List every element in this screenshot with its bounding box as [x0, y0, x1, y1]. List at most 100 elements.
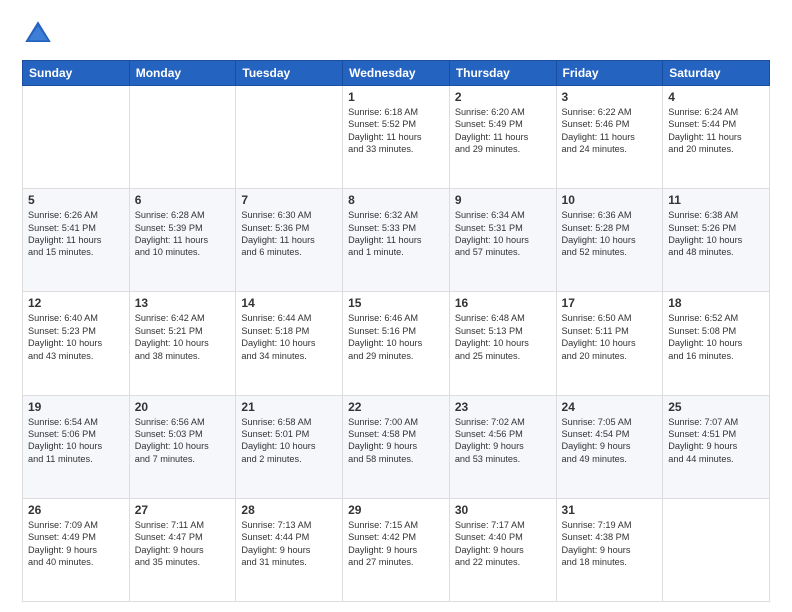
calendar-cell — [663, 498, 770, 601]
calendar-cell: 21Sunrise: 6:58 AM Sunset: 5:01 PM Dayli… — [236, 395, 343, 498]
day-info: Sunrise: 6:20 AM Sunset: 5:49 PM Dayligh… — [455, 106, 551, 156]
calendar-cell: 15Sunrise: 6:46 AM Sunset: 5:16 PM Dayli… — [343, 292, 450, 395]
calendar-cell: 9 Sunrise: 6:34 AM Sunset: 5:31 PM Daylig… — [449, 189, 556, 292]
calendar-cell: 23Sunrise: 7:02 AM Sunset: 4:56 PM Dayli… — [449, 395, 556, 498]
calendar-cell: 26 Sunrise: 7:09 AM Sunset: 4:49 PM Dayli… — [23, 498, 130, 601]
calendar-cell: 12 Sunrise: 6:40 AM Sunset: 5:23 PM Dayli… — [23, 292, 130, 395]
day-number: 15 — [348, 296, 444, 310]
calendar-cell — [236, 86, 343, 189]
day-info: Sunrise: 6:26 AM Sunset: 5:41 PM Dayligh… — [28, 209, 124, 259]
day-number: 6 — [135, 193, 231, 207]
calendar-cell: 28 Sunrise: 7:13 AM Sunset: 4:44 PM Dayli… — [236, 498, 343, 601]
calendar-cell: 29Sunrise: 7:15 AM Sunset: 4:42 PM Dayli… — [343, 498, 450, 601]
day-number: 5 — [28, 193, 124, 207]
day-number: 4 — [668, 90, 764, 104]
calendar-cell: 24 Sunrise: 7:05 AM Sunset: 4:54 PM Dayli… — [556, 395, 663, 498]
calendar-cell: 19 Sunrise: 6:54 AM Sunset: 5:06 PM Dayli… — [23, 395, 130, 498]
day-number: 22 — [348, 400, 444, 414]
weekday-header-saturday: Saturday — [663, 61, 770, 86]
calendar-cell: 31 Sunrise: 7:19 AM Sunset: 4:38 PM Dayli… — [556, 498, 663, 601]
day-info: Sunrise: 6:38 AM Sunset: 5:26 PM Dayligh… — [668, 209, 764, 259]
calendar-cell: 10Sunrise: 6:36 AM Sunset: 5:28 PM Dayli… — [556, 189, 663, 292]
weekday-header-row: SundayMondayTuesdayWednesdayThursdayFrid… — [23, 61, 770, 86]
calendar-cell: 8Sunrise: 6:32 AM Sunset: 5:33 PM Daylig… — [343, 189, 450, 292]
calendar-cell: 2 Sunrise: 6:20 AM Sunset: 5:49 PM Daylig… — [449, 86, 556, 189]
day-info: Sunrise: 6:36 AM Sunset: 5:28 PM Dayligh… — [562, 209, 658, 259]
day-number: 14 — [241, 296, 337, 310]
day-number: 18 — [668, 296, 764, 310]
calendar-cell: 13 Sunrise: 6:42 AM Sunset: 5:21 PM Dayli… — [129, 292, 236, 395]
day-number: 30 — [455, 503, 551, 517]
calendar-week-row: 1 Sunrise: 6:18 AM Sunset: 5:52 PM Daylig… — [23, 86, 770, 189]
day-info: Sunrise: 6:42 AM Sunset: 5:21 PM Dayligh… — [135, 312, 231, 362]
calendar-cell: 6 Sunrise: 6:28 AM Sunset: 5:39 PM Daylig… — [129, 189, 236, 292]
day-info: Sunrise: 7:17 AM Sunset: 4:40 PM Dayligh… — [455, 519, 551, 569]
day-info: Sunrise: 7:07 AM Sunset: 4:51 PM Dayligh… — [668, 416, 764, 466]
day-number: 20 — [135, 400, 231, 414]
calendar-cell: 1 Sunrise: 6:18 AM Sunset: 5:52 PM Daylig… — [343, 86, 450, 189]
weekday-header-friday: Friday — [556, 61, 663, 86]
day-number: 2 — [455, 90, 551, 104]
day-info: Sunrise: 6:48 AM Sunset: 5:13 PM Dayligh… — [455, 312, 551, 362]
day-number: 17 — [562, 296, 658, 310]
day-number: 25 — [668, 400, 764, 414]
logo — [22, 18, 58, 50]
day-info: Sunrise: 7:11 AM Sunset: 4:47 PM Dayligh… — [135, 519, 231, 569]
day-info: Sunrise: 6:28 AM Sunset: 5:39 PM Dayligh… — [135, 209, 231, 259]
day-number: 24 — [562, 400, 658, 414]
calendar-cell: 27 Sunrise: 7:11 AM Sunset: 4:47 PM Dayli… — [129, 498, 236, 601]
calendar-cell: 7Sunrise: 6:30 AM Sunset: 5:36 PM Daylig… — [236, 189, 343, 292]
day-info: Sunrise: 6:18 AM Sunset: 5:52 PM Dayligh… — [348, 106, 444, 156]
day-info: Sunrise: 6:52 AM Sunset: 5:08 PM Dayligh… — [668, 312, 764, 362]
day-info: Sunrise: 6:44 AM Sunset: 5:18 PM Dayligh… — [241, 312, 337, 362]
day-number: 19 — [28, 400, 124, 414]
day-number: 9 — [455, 193, 551, 207]
weekday-header-monday: Monday — [129, 61, 236, 86]
calendar-cell: 20 Sunrise: 6:56 AM Sunset: 5:03 PM Dayli… — [129, 395, 236, 498]
day-number: 23 — [455, 400, 551, 414]
day-number: 21 — [241, 400, 337, 414]
weekday-header-thursday: Thursday — [449, 61, 556, 86]
calendar-cell: 4 Sunrise: 6:24 AM Sunset: 5:44 PM Daylig… — [663, 86, 770, 189]
day-info: Sunrise: 7:19 AM Sunset: 4:38 PM Dayligh… — [562, 519, 658, 569]
calendar-cell: 5 Sunrise: 6:26 AM Sunset: 5:41 PM Daylig… — [23, 189, 130, 292]
weekday-header-sunday: Sunday — [23, 61, 130, 86]
page: SundayMondayTuesdayWednesdayThursdayFrid… — [0, 0, 792, 612]
day-info: Sunrise: 6:34 AM Sunset: 5:31 PM Dayligh… — [455, 209, 551, 259]
day-number: 1 — [348, 90, 444, 104]
day-number: 26 — [28, 503, 124, 517]
day-info: Sunrise: 6:50 AM Sunset: 5:11 PM Dayligh… — [562, 312, 658, 362]
logo-icon — [22, 18, 54, 50]
day-number: 16 — [455, 296, 551, 310]
calendar-cell: 14 Sunrise: 6:44 AM Sunset: 5:18 PM Dayli… — [236, 292, 343, 395]
day-info: Sunrise: 7:09 AM Sunset: 4:49 PM Dayligh… — [28, 519, 124, 569]
calendar-cell: 18 Sunrise: 6:52 AM Sunset: 5:08 PM Dayli… — [663, 292, 770, 395]
day-info: Sunrise: 6:32 AM Sunset: 5:33 PM Dayligh… — [348, 209, 444, 259]
day-info: Sunrise: 7:05 AM Sunset: 4:54 PM Dayligh… — [562, 416, 658, 466]
day-info: Sunrise: 6:54 AM Sunset: 5:06 PM Dayligh… — [28, 416, 124, 466]
calendar-week-row: 19 Sunrise: 6:54 AM Sunset: 5:06 PM Dayli… — [23, 395, 770, 498]
calendar-cell — [129, 86, 236, 189]
day-info: Sunrise: 6:56 AM Sunset: 5:03 PM Dayligh… — [135, 416, 231, 466]
day-number: 13 — [135, 296, 231, 310]
day-info: Sunrise: 6:22 AM Sunset: 5:46 PM Dayligh… — [562, 106, 658, 156]
day-number: 27 — [135, 503, 231, 517]
header — [22, 18, 770, 50]
day-info: Sunrise: 7:15 AM Sunset: 4:42 PM Dayligh… — [348, 519, 444, 569]
day-info: Sunrise: 7:00 AM Sunset: 4:58 PM Dayligh… — [348, 416, 444, 466]
day-number: 28 — [241, 503, 337, 517]
calendar-cell: 30 Sunrise: 7:17 AM Sunset: 4:40 PM Dayli… — [449, 498, 556, 601]
day-number: 3 — [562, 90, 658, 104]
day-info: Sunrise: 6:40 AM Sunset: 5:23 PM Dayligh… — [28, 312, 124, 362]
calendar-table: SundayMondayTuesdayWednesdayThursdayFrid… — [22, 60, 770, 602]
day-number: 31 — [562, 503, 658, 517]
day-info: Sunrise: 7:13 AM Sunset: 4:44 PM Dayligh… — [241, 519, 337, 569]
calendar-week-row: 5 Sunrise: 6:26 AM Sunset: 5:41 PM Daylig… — [23, 189, 770, 292]
calendar-cell — [23, 86, 130, 189]
weekday-header-wednesday: Wednesday — [343, 61, 450, 86]
day-info: Sunrise: 6:30 AM Sunset: 5:36 PM Dayligh… — [241, 209, 337, 259]
calendar-week-row: 12 Sunrise: 6:40 AM Sunset: 5:23 PM Dayli… — [23, 292, 770, 395]
calendar-cell: 16 Sunrise: 6:48 AM Sunset: 5:13 PM Dayli… — [449, 292, 556, 395]
day-info: Sunrise: 6:24 AM Sunset: 5:44 PM Dayligh… — [668, 106, 764, 156]
day-number: 12 — [28, 296, 124, 310]
